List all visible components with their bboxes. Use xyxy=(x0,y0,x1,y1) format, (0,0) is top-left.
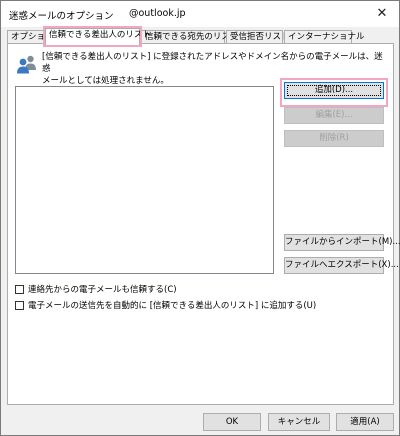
description-line-1: [信頼できる差出人のリスト] に登録されたアドレスやドメイン名からの電子メールは… xyxy=(42,52,383,74)
apply-button[interactable]: 適用(A) xyxy=(336,413,394,431)
title-bar: 迷惑メールのオプション @outlook.jp ✕ xyxy=(1,1,399,27)
ok-button[interactable]: OK xyxy=(203,413,261,431)
export-to-file-button[interactable]: ファイルへエクスポート(X)... xyxy=(284,257,399,274)
dialog-title: 迷惑メールのオプション xyxy=(9,11,114,22)
tab-safe-recipients[interactable]: 信頼できる宛先のリスト xyxy=(141,30,238,44)
account-name: @outlook.jp xyxy=(129,8,186,19)
close-icon[interactable]: ✕ xyxy=(369,3,395,23)
trust-contacts-checkbox[interactable] xyxy=(15,284,24,294)
import-from-file-button[interactable]: ファイルからインポート(M)... xyxy=(284,234,400,251)
auto-add-recipients-checkbox[interactable] xyxy=(15,300,24,310)
junk-mail-options-dialog: 迷惑メールのオプション @outlook.jp ✕ オプション 信頼できる差出人… xyxy=(0,0,400,436)
auto-add-recipients-label: 電子メールの送信先を自動的に [信頼できる差出人のリスト] に追加する(U) xyxy=(28,301,317,311)
tab-options[interactable]: オプション xyxy=(7,30,54,44)
add-button[interactable]: 追加(D)... xyxy=(284,82,384,99)
tab-safe-senders[interactable]: 信頼できる差出人のリスト xyxy=(43,26,151,47)
edit-button[interactable]: 編集(E)... xyxy=(284,107,384,124)
people-icon xyxy=(17,55,36,74)
add-button-focus-rect xyxy=(287,85,381,96)
cancel-button[interactable]: キャンセル xyxy=(268,413,330,431)
trust-contacts-label: 連絡先からの電子メールも信頼する(C) xyxy=(28,285,177,295)
tab-international[interactable]: インターナショナル xyxy=(284,30,365,44)
safe-senders-list[interactable] xyxy=(15,86,274,274)
safe-senders-panel: [信頼できる差出人のリスト] に登録されたアドレスやドメイン名からの電子メールは… xyxy=(7,43,400,405)
auto-add-recipients-option[interactable]: 電子メールの送信先を自動的に [信頼できる差出人のリスト] に追加する(U) xyxy=(15,299,316,311)
tab-blocked-senders[interactable]: 受信拒否リスト xyxy=(226,30,290,44)
delete-button[interactable]: 削除(R) xyxy=(284,130,384,147)
trust-contacts-option[interactable]: 連絡先からの電子メールも信頼する(C) xyxy=(15,283,177,295)
